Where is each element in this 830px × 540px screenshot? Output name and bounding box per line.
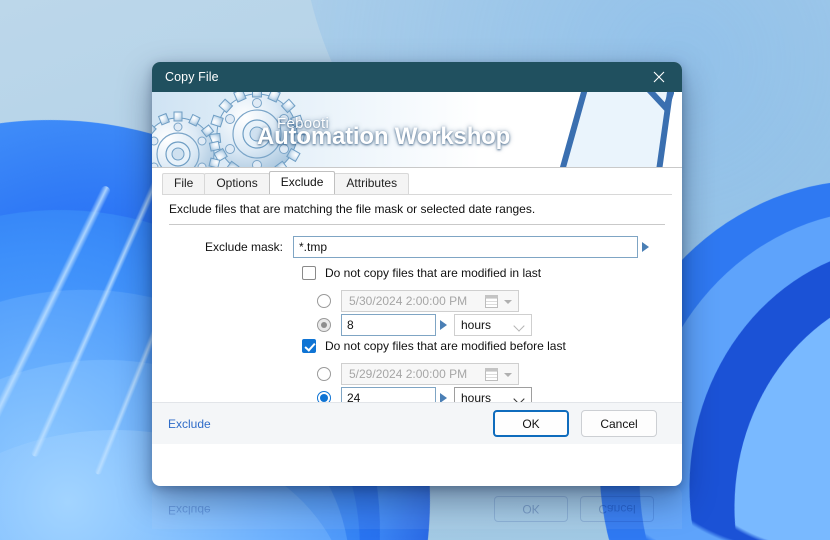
modified-in-last-unit-value: hours: [461, 318, 492, 332]
title-bar: Copy File: [152, 62, 682, 92]
dialog-footer: Exclude OK Cancel: [152, 402, 682, 444]
exclude-mask-label: Exclude mask:: [204, 240, 283, 254]
product-banner: Febooti Automation Workshop: [152, 92, 682, 168]
triangle-right-icon[interactable]: [436, 314, 450, 336]
tab-attributes[interactable]: Attributes: [334, 173, 410, 194]
reflection-ok-button: OK: [494, 496, 568, 522]
modified-in-last-unit-combo[interactable]: hours: [454, 314, 532, 336]
tab-options[interactable]: Options: [204, 173, 270, 194]
panel-description: Exclude files that are matching the file…: [169, 202, 536, 216]
modified-before-last-date-input[interactable]: 5/29/2024 2:00:00 PM: [341, 363, 519, 385]
modified-in-last-checkbox[interactable]: [302, 266, 316, 280]
chevron-down-icon[interactable]: [504, 373, 512, 377]
exclude-help-link[interactable]: Exclude: [168, 417, 211, 431]
tab-exclude[interactable]: Exclude: [268, 171, 336, 194]
tab-strip: File Options Exclude Attributes: [162, 171, 410, 194]
chevron-down-icon[interactable]: [504, 300, 512, 304]
tab-strip-underline: [162, 194, 672, 195]
chevron-down-icon[interactable]: [513, 320, 525, 332]
ok-button[interactable]: OK: [493, 410, 569, 437]
modified-in-last-checkbox-row[interactable]: Do not copy files that are modified in l…: [302, 266, 541, 280]
modified-before-last-date-row: 5/29/2024 2:00:00 PM: [317, 363, 519, 385]
modified-in-last-date-row: 5/30/2024 2:00:00 PM: [317, 290, 519, 312]
dialog-body: File Options Exclude Attributes Exclude …: [152, 168, 682, 444]
cancel-button[interactable]: Cancel: [581, 410, 657, 437]
close-icon[interactable]: [636, 62, 682, 92]
banner-product: Automation Workshop: [257, 123, 511, 150]
calendar-icon[interactable]: [485, 368, 498, 381]
modified-in-last-amount-input[interactable]: 8: [341, 314, 436, 336]
modified-before-last-checkbox-row[interactable]: Do not copy files that are modified befo…: [302, 339, 566, 353]
modified-in-last-date-radio[interactable]: [317, 294, 331, 308]
copy-file-dialog: Copy File Febooti Automation Workshop Fi…: [152, 62, 682, 486]
envelope-document-icon: [559, 92, 674, 167]
calendar-icon[interactable]: [485, 295, 498, 308]
modified-in-last-date-input[interactable]: 5/30/2024 2:00:00 PM: [341, 290, 519, 312]
modified-before-last-date-radio[interactable]: [317, 367, 331, 381]
modified-in-last-date-value: 5/30/2024 2:00:00 PM: [349, 294, 468, 308]
modified-in-last-amount-radio[interactable]: [317, 318, 331, 332]
triangle-right-icon[interactable]: [638, 236, 652, 258]
banner-text: Febooti Automation Workshop: [257, 116, 510, 149]
modified-in-last-amount-row: 8 hours: [317, 314, 532, 336]
modified-before-last-label: Do not copy files that are modified befo…: [325, 339, 566, 353]
modified-before-last-checkbox[interactable]: [302, 339, 316, 353]
section-divider: [169, 224, 665, 225]
tab-file[interactable]: File: [162, 173, 206, 194]
exclude-mask-row: Exclude mask: *.tmp: [169, 236, 665, 258]
desktop-wallpaper: Exclude OK Cancel Copy File Febooti Auto…: [0, 0, 830, 540]
window-title: Copy File: [165, 70, 219, 84]
exclude-mask-input[interactable]: *.tmp: [293, 236, 638, 258]
modified-before-last-date-value: 5/29/2024 2:00:00 PM: [349, 367, 468, 381]
modified-in-last-label: Do not copy files that are modified in l…: [325, 266, 542, 280]
